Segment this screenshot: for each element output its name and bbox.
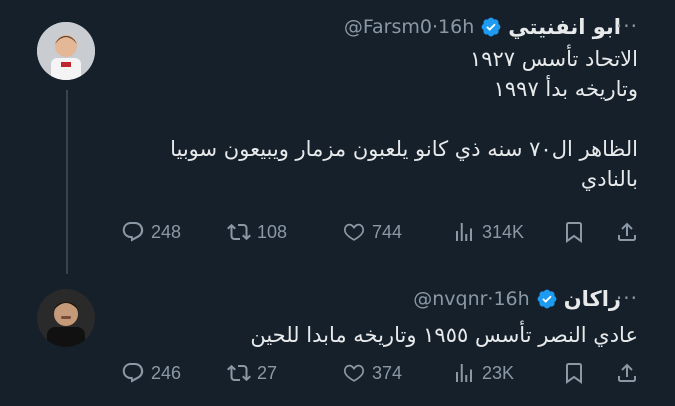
verified-badge-icon: [481, 17, 501, 37]
bookmark-button[interactable]: [562, 358, 586, 388]
reply-icon: [122, 363, 144, 383]
avatar[interactable]: [37, 289, 95, 347]
display-name[interactable]: راكان: [564, 287, 621, 311]
like-count: 374: [372, 362, 403, 383]
avatar[interactable]: [37, 22, 95, 80]
bookmark-icon: [566, 363, 582, 384]
tweet-paragraph: الظاهر ال٧٠ سنه ذي كانو يلعبون مزمار ويب…: [170, 137, 638, 191]
retweet-icon: [227, 223, 251, 241]
more-icon[interactable]: ···: [616, 14, 638, 38]
tweet-text: الاتحاد تأسس ١٩٢٧ وتاريخه بدأ ١٩٩٧ الظاه…: [108, 44, 638, 194]
like-icon: [343, 364, 365, 382]
share-icon: [618, 222, 636, 241]
reply-count: 248: [151, 221, 182, 242]
bookmark-icon: [566, 222, 582, 243]
tweet-text: عادي النصر تأسس ١٩٥٥ وتاريخه مابدا للحين: [108, 320, 638, 350]
tweet-paragraph: الاتحاد تأسس ١٩٢٧ وتاريخه بدأ ١٩٩٧: [469, 47, 638, 101]
retweet-button[interactable]: 108: [227, 217, 287, 247]
tweet-paragraph: عادي النصر تأسس ١٩٥٥ وتاريخه مابدا للحين: [250, 323, 638, 347]
retweet-icon: [227, 364, 251, 382]
views-button[interactable]: 314K: [452, 217, 524, 247]
bookmark-button[interactable]: [562, 217, 586, 247]
like-count: 744: [372, 221, 403, 242]
reply-icon: [122, 222, 144, 242]
more-icon[interactable]: ···: [616, 286, 638, 310]
tweet-actions: 246 27 374 23K: [115, 358, 647, 388]
view-count: 314K: [482, 221, 525, 242]
share-button[interactable]: [615, 358, 639, 388]
reply-button[interactable]: 246: [121, 358, 181, 388]
verified-badge-icon: [537, 289, 557, 309]
user-handle[interactable]: @nvqnr·16h: [413, 288, 529, 310]
retweet-button[interactable]: 27: [227, 358, 277, 388]
reply-button[interactable]: 248: [121, 217, 181, 247]
tweet-actions: 248 108 744 314K: [115, 217, 647, 247]
tweet-time: 16h: [438, 16, 475, 38]
user-handle[interactable]: @Farsm0·16h: [344, 16, 474, 38]
tweet-header: راكان @nvqnr·16h: [413, 284, 621, 314]
tweet[interactable]: ابو انفنيتي @Farsm0·16h ··· الاتحاد تأسس…: [0, 0, 675, 274]
views-icon: [456, 364, 472, 382]
views-button[interactable]: 23K: [452, 358, 514, 388]
like-icon: [343, 223, 365, 241]
retweet-count: 108: [257, 221, 288, 242]
share-button[interactable]: [615, 217, 639, 247]
display-name[interactable]: ابو انفنيتي: [508, 15, 621, 39]
share-icon: [618, 363, 636, 382]
view-count: 23K: [482, 362, 515, 383]
views-icon: [456, 223, 472, 241]
tweet[interactable]: راكان @nvqnr·16h ··· عادي النصر تأسس ١٩٥…: [0, 270, 675, 406]
like-button[interactable]: 374: [342, 358, 402, 388]
tweet-header: ابو انفنيتي @Farsm0·16h: [344, 12, 621, 42]
reply-count: 246: [151, 362, 182, 383]
tweet-time: 16h: [493, 288, 530, 310]
thread-connector-line: [66, 90, 68, 274]
like-button[interactable]: 744: [342, 217, 402, 247]
retweet-count: 27: [257, 362, 278, 383]
